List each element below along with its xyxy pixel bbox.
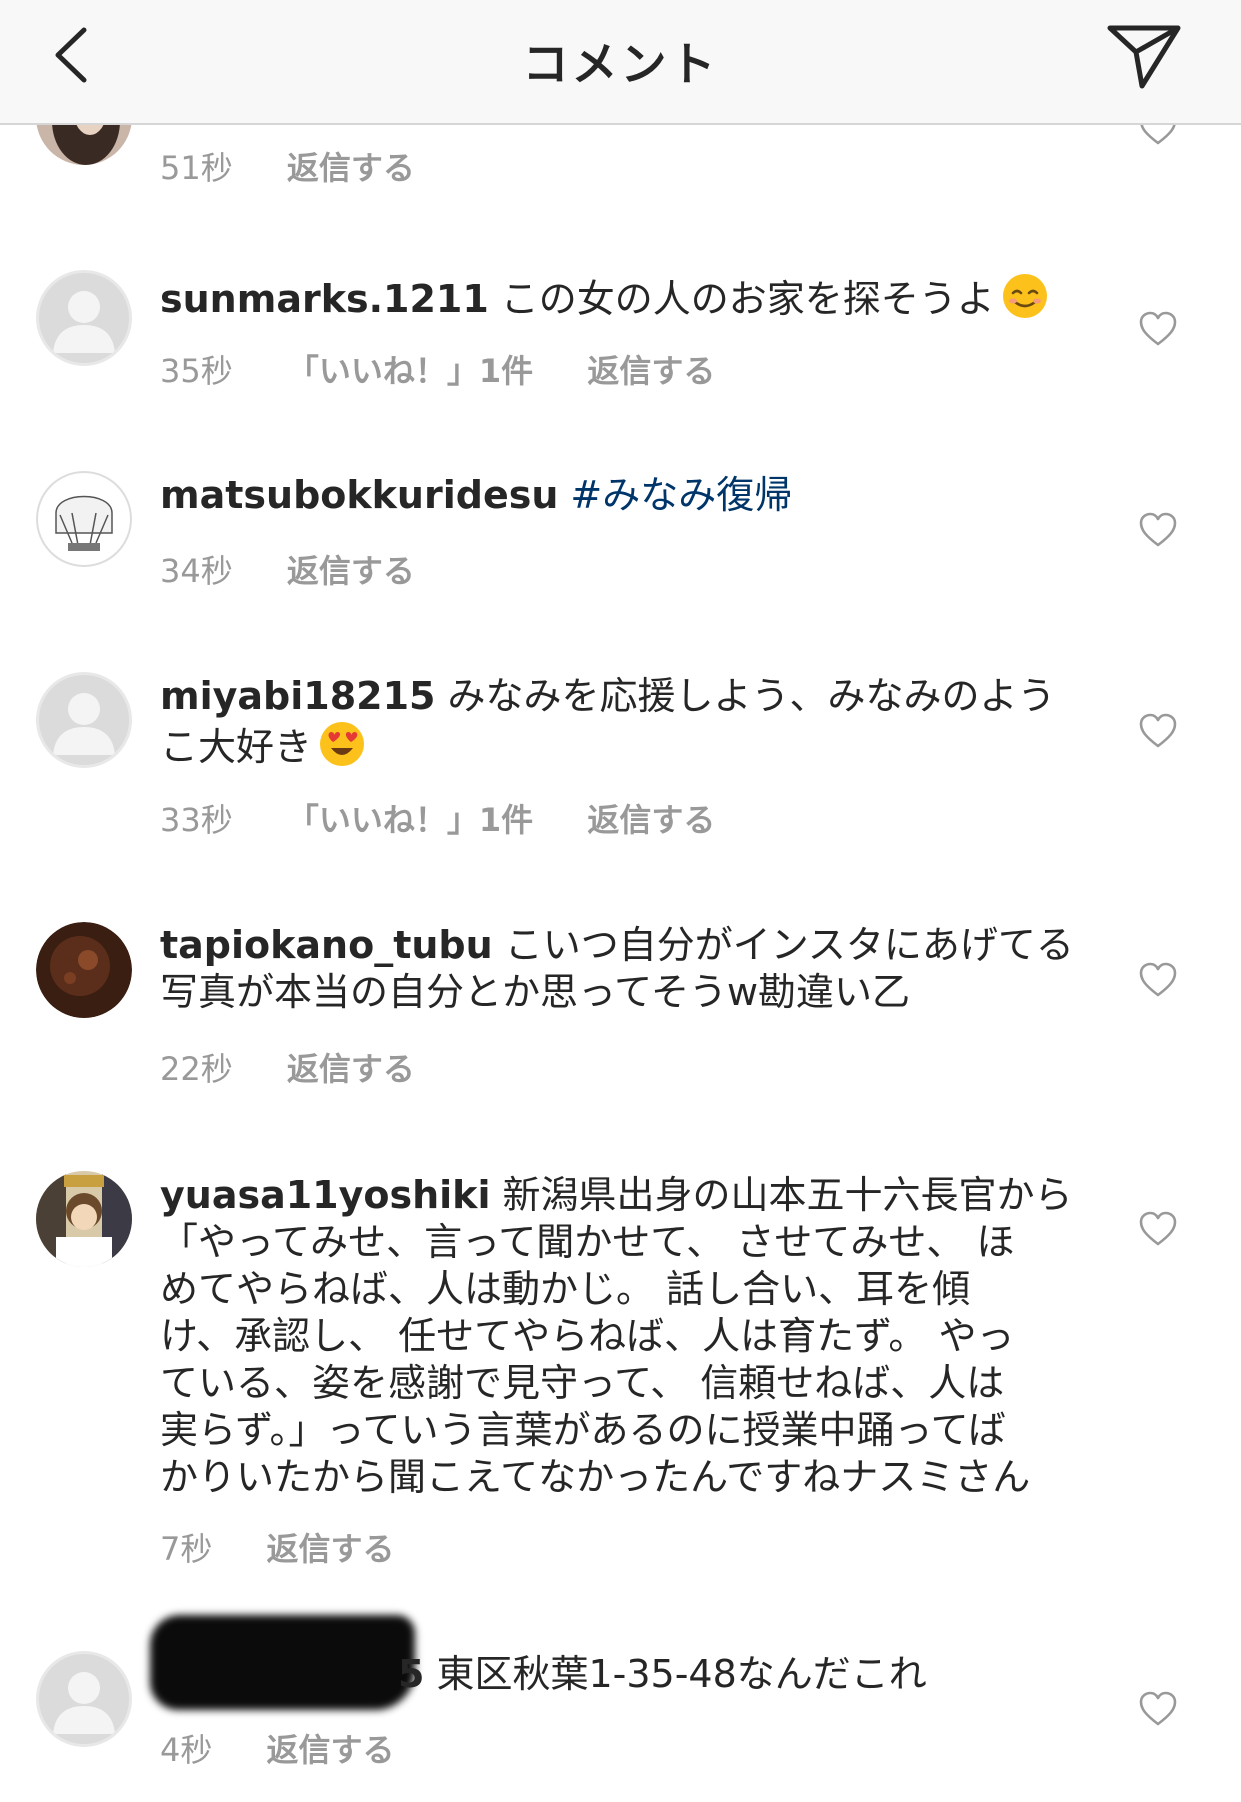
comment-body: 写真が本当の自分とか思ってそうw勘違い乙 xyxy=(160,970,911,1014)
comment-text: matsubokkuridesu #みなみ復帰 xyxy=(160,472,1080,519)
comment-meta: 33秒 「いいね！」1件 返信する xyxy=(160,795,759,841)
reply-button[interactable]: 返信する xyxy=(267,1530,395,1568)
heart-icon[interactable] xyxy=(1138,512,1178,548)
heart-icon[interactable] xyxy=(1138,1691,1178,1727)
comment-body: こ大好き xyxy=(160,725,313,769)
comment-body: 「やってみせ、言って聞かせて、 させてみせ、 ほ xyxy=(160,1220,1015,1264)
comment-body: みなみを応援しよう、みなみのよう xyxy=(447,674,1056,718)
heart-icon[interactable] xyxy=(1138,962,1178,998)
likes-count[interactable]: 「いいね！」1件 xyxy=(287,801,533,839)
comment-meta: 51秒 返信する xyxy=(160,143,459,189)
comment-username[interactable]: sunmarks.1211 xyxy=(160,277,489,321)
avatar[interactable] xyxy=(36,922,132,1018)
page-title: コメント xyxy=(522,37,719,91)
reply-button[interactable]: 返信する xyxy=(587,352,715,390)
reply-button[interactable]: 返信する xyxy=(287,149,415,187)
redaction-mark xyxy=(150,1615,415,1710)
comment-body: 実らず。」っていう言葉があるのに授業中踊ってば xyxy=(160,1408,1006,1452)
reply-button[interactable]: 返信する xyxy=(287,1050,415,1088)
comment-time: 4秒 xyxy=(160,1731,213,1769)
comment-time: 51秒 xyxy=(160,149,233,187)
reply-button[interactable]: 返信する xyxy=(287,552,415,590)
comment-body: かりいたから聞こえてなかったんですねナスミさん xyxy=(160,1455,1031,1499)
hashtag-link[interactable]: #みなみ復帰 xyxy=(570,473,792,517)
comment-time: 34秒 xyxy=(160,552,233,590)
comment-text: miyabi18215 みなみを応援しよう、みなみのよう こ大好き xyxy=(160,673,1080,771)
comment-time: 33秒 xyxy=(160,801,233,839)
comment-meta: 7秒 返信する xyxy=(160,1524,439,1570)
likes-count[interactable]: 「いいね！」1件 xyxy=(287,352,533,390)
comment-body: ている、姿を感謝で見守って、 信頼せねば、人は xyxy=(160,1361,1005,1405)
comment-body: こいつ自分がインスタにあげてる xyxy=(504,923,1074,967)
heart-icon[interactable] xyxy=(1138,1211,1178,1247)
smiling-face-icon xyxy=(1002,274,1047,318)
comment-text: tapiokano_tubu こいつ自分がインスタにあげてる 写真が本当の自分とか… xyxy=(160,922,1080,1016)
comment-username[interactable]: tapiokano_tubu xyxy=(160,923,493,967)
comment-username-visible: 5 xyxy=(398,1652,425,1696)
avatar[interactable] xyxy=(36,270,132,366)
heart-eyes-face-icon xyxy=(320,722,365,766)
paper-plane-icon[interactable] xyxy=(1106,22,1182,90)
comment-time: 7秒 xyxy=(160,1530,213,1568)
reply-button[interactable]: 返信する xyxy=(267,1731,395,1769)
comment-username[interactable]: matsubokkuridesu xyxy=(160,473,558,517)
avatar[interactable] xyxy=(36,471,132,567)
comment-username[interactable]: yuasa11yoshiki xyxy=(160,1173,490,1217)
comment-body: 新潟県出身の山本五十六長官から xyxy=(502,1173,1073,1217)
comment-body: け、承認し、 任せてやらねば、人は育たず。 やっ xyxy=(160,1314,1015,1358)
comment-meta: 22秒 返信する xyxy=(160,1044,459,1090)
comment-meta: 35秒 「いいね！」1件 返信する xyxy=(160,346,759,392)
heart-icon[interactable] xyxy=(1138,713,1178,749)
comment-username[interactable]: miyabi18215 xyxy=(160,674,435,718)
heart-icon[interactable] xyxy=(1138,311,1178,347)
reply-button[interactable]: 返信する xyxy=(587,801,715,839)
comment-text: yuasa11yoshiki 新潟県出身の山本五十六長官から 「やってみせ、言って… xyxy=(160,1172,1080,1501)
comment-body: めてやらねば、人は動かじ。 話し合い、耳を傾 xyxy=(160,1267,971,1311)
comment-body: 東区秋葉1-35-48なんだこれ xyxy=(436,1652,927,1696)
comment-meta: 4秒 返信する xyxy=(160,1725,439,1771)
comment-body: この女の人のお家を探そうよ xyxy=(500,277,995,321)
header-bar: コメント xyxy=(0,0,1241,125)
comment-text: sunmarks.1211 この女の人のお家を探そうよ xyxy=(160,272,1080,323)
avatar[interactable] xyxy=(36,1651,132,1747)
comment-time: 35秒 xyxy=(160,352,233,390)
avatar[interactable] xyxy=(36,1171,132,1267)
avatar[interactable] xyxy=(36,672,132,768)
comment-meta: 34秒 返信する xyxy=(160,546,459,592)
comment-time: 22秒 xyxy=(160,1050,233,1088)
